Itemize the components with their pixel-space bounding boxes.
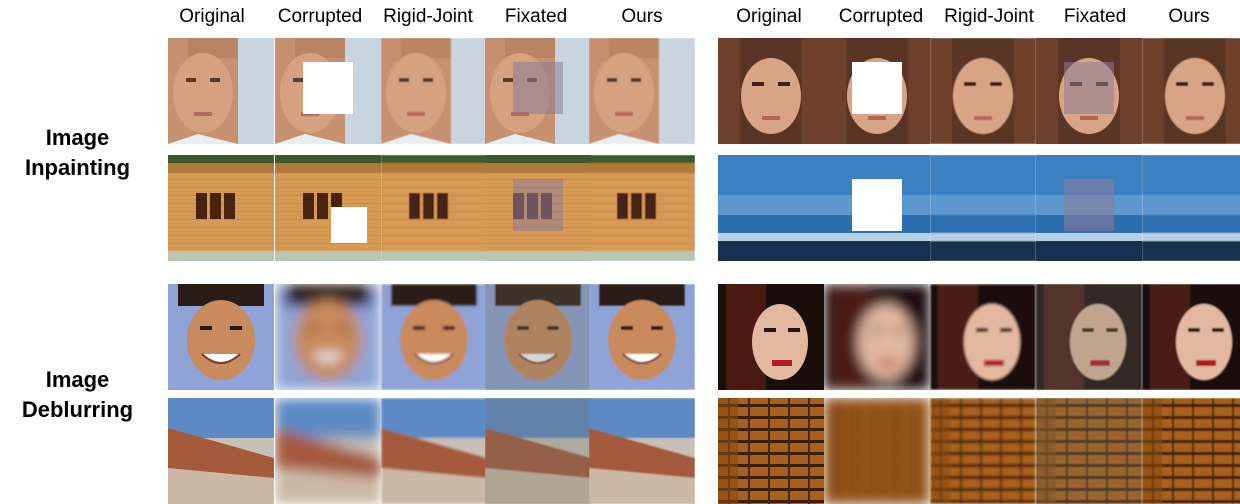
- sea-sky-corrupted-image: [824, 155, 930, 261]
- brick-shed-original-image: [168, 155, 274, 261]
- row-label-deblurring: Image Deblurring: [0, 365, 155, 425]
- brick-wall-corrupted-image: [824, 398, 930, 504]
- row-label-inpainting-line1: Image: [45, 125, 110, 150]
- brick-wall-ours-image: [1142, 398, 1240, 504]
- brick-wall-fixated-image: [1036, 398, 1142, 504]
- brick-shed-rigid-joint-image: [381, 155, 487, 261]
- face-woman-fixated-image: [1036, 38, 1142, 144]
- face-woman-original-image: [718, 38, 824, 144]
- face-man-rigid-joint-image: [381, 38, 487, 144]
- sea-sky-fixated-image: [1036, 155, 1142, 261]
- col-label-original-right: Original: [736, 6, 802, 27]
- col-label-ours-left: Ours: [621, 6, 663, 27]
- sea-sky-ours-image: [1142, 155, 1240, 261]
- col-label-fixated-right: Fixated: [1063, 6, 1127, 27]
- sea-sky-rigid-joint-image: [930, 155, 1036, 261]
- col-label-original-left: Original: [179, 6, 245, 27]
- row-label-deblurring-line1: Image: [45, 367, 110, 392]
- sea-sky-original-image: [718, 155, 824, 261]
- woman-red-lips-original-image: [718, 284, 824, 390]
- face-man-corrupted-image: [275, 38, 381, 144]
- col-label-rigid-joint-right: Rigid-Joint: [944, 6, 1034, 27]
- face-man-ours-image: [589, 38, 695, 144]
- col-label-rigid-joint-left: Rigid-Joint: [383, 6, 473, 27]
- smiling-face-ours-image: [589, 284, 695, 390]
- sand-dune-corrupted-image: [275, 398, 381, 504]
- sand-dune-original-image: [168, 398, 274, 504]
- brick-shed-ours-image: [589, 155, 695, 261]
- sand-dune-ours-image: [589, 398, 695, 504]
- smiling-face-original-image: [168, 284, 274, 390]
- smiling-face-fixated-image: [485, 284, 591, 390]
- woman-red-lips-rigid-joint-image: [930, 284, 1036, 390]
- woman-red-lips-ours-image: [1142, 284, 1240, 390]
- brick-shed-fixated-image: [485, 155, 591, 261]
- face-man-fixated-image: [485, 38, 591, 144]
- brick-shed-corrupted-image: [275, 155, 381, 261]
- col-label-corrupted-right: Corrupted: [838, 6, 924, 27]
- row-label-inpainting: Image Inpainting: [0, 123, 155, 183]
- face-woman-rigid-joint-image: [930, 38, 1036, 144]
- smiling-face-rigid-joint-image: [381, 284, 487, 390]
- col-label-fixated-left: Fixated: [504, 6, 568, 27]
- brick-wall-original-image: [718, 398, 824, 504]
- row-label-deblurring-line2: Deblurring: [21, 397, 134, 422]
- woman-red-lips-corrupted-image: [824, 284, 930, 390]
- col-label-corrupted-left: Corrupted: [277, 6, 363, 27]
- sand-dune-fixated-image: [485, 398, 591, 504]
- smiling-face-corrupted-image: [275, 284, 381, 390]
- face-woman-ours-image: [1142, 38, 1240, 144]
- face-man-original-image: [168, 38, 274, 144]
- face-woman-corrupted-image: [824, 38, 930, 144]
- woman-red-lips-fixated-image: [1036, 284, 1142, 390]
- col-label-ours-right: Ours: [1168, 6, 1210, 27]
- sand-dune-rigid-joint-image: [381, 398, 487, 504]
- row-label-inpainting-line2: Inpainting: [24, 155, 131, 180]
- brick-wall-rigid-joint-image: [930, 398, 1036, 504]
